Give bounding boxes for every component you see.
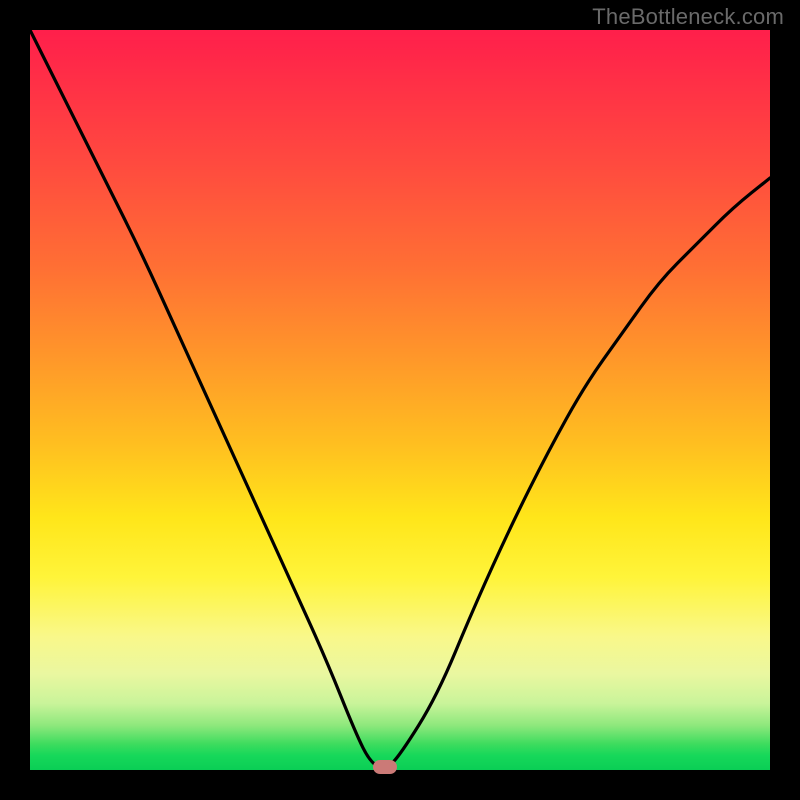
chart-frame: TheBottleneck.com xyxy=(0,0,800,800)
plot-area xyxy=(30,30,770,770)
watermark-text: TheBottleneck.com xyxy=(592,4,784,30)
curve-path xyxy=(30,30,770,768)
bottleneck-curve xyxy=(30,30,770,770)
optimum-marker xyxy=(373,760,397,774)
